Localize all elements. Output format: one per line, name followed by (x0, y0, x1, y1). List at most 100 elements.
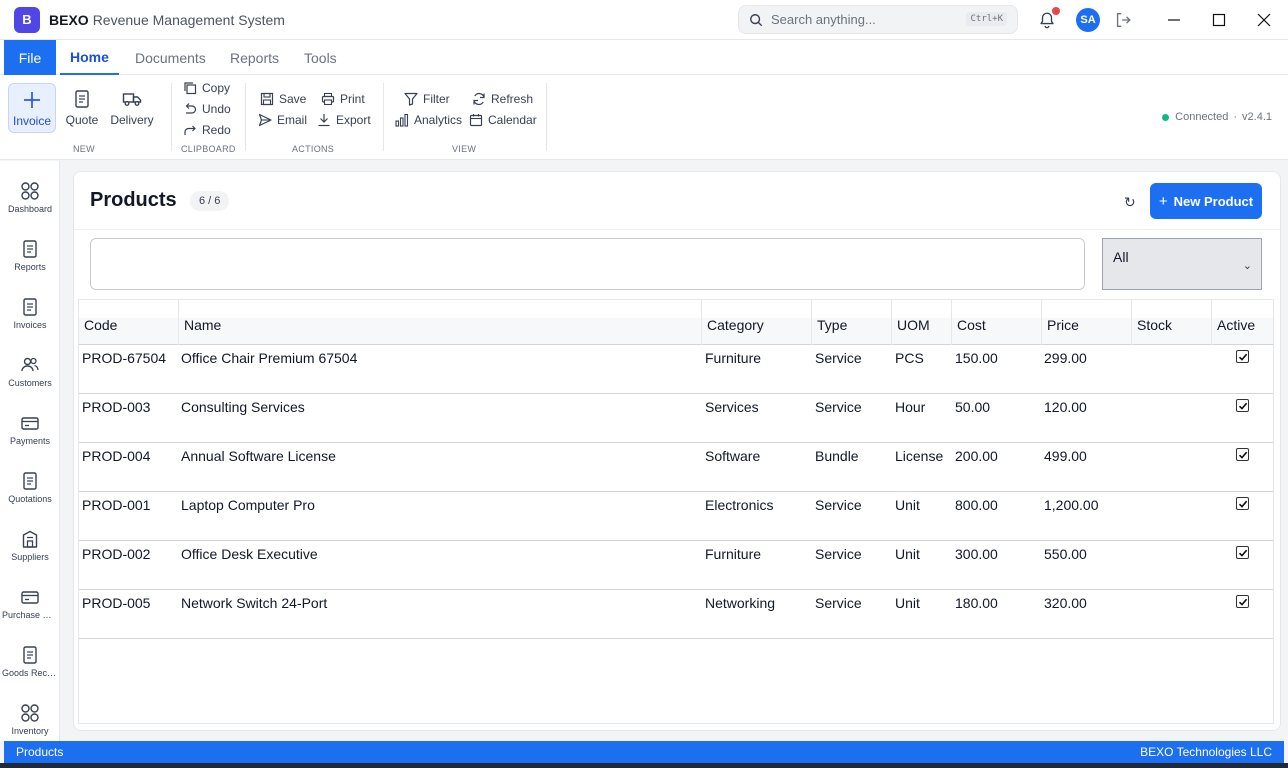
cell-category: Furniture (705, 350, 762, 366)
copy-label: Copy (202, 81, 231, 95)
active-checkbox[interactable] (1236, 399, 1249, 412)
column-header-name[interactable]: Name (179, 300, 702, 345)
table-row[interactable]: PROD-67504 Office Chair Premium 67504 Fu… (79, 345, 1273, 394)
sidebar-item-label: Payments (9, 435, 51, 446)
ribbon-divider (546, 83, 547, 151)
analytics-button[interactable]: Analytics (395, 111, 462, 129)
search-icon (750, 13, 763, 26)
column-header-stock[interactable]: Stock (1132, 300, 1212, 345)
sidebar-item-inventory[interactable]: Inventory (0, 691, 60, 747)
tab-home[interactable]: Home (60, 40, 119, 75)
refresh-button[interactable]: Refresh (472, 90, 533, 108)
export-button[interactable]: Export (317, 111, 371, 129)
close-icon[interactable] (1252, 9, 1276, 31)
active-checkbox[interactable] (1236, 497, 1249, 510)
group-label-clipboard: CLIPBOARD (181, 144, 236, 154)
checkmark-icon (1238, 549, 1247, 557)
maximize-icon[interactable] (1207, 9, 1231, 31)
redo-icon (184, 125, 196, 135)
invoice-label: Invoice (12, 114, 52, 128)
print-button[interactable]: Print (321, 90, 365, 108)
table-row[interactable]: PROD-002 Office Desk Executive Furniture… (79, 541, 1273, 590)
new-quote-button[interactable]: Quote (62, 83, 102, 133)
redo-button[interactable]: Redo (183, 121, 231, 139)
cell-code: PROD-001 (82, 497, 151, 513)
sidebar-item-label: Reports (14, 261, 46, 272)
column-header-active[interactable]: Active (1212, 300, 1273, 345)
save-icon (260, 92, 274, 106)
ribbon-divider (171, 83, 172, 151)
new-invoice-button[interactable]: Invoice (8, 83, 56, 133)
status-text: Connected (1175, 111, 1229, 123)
sidebar: Dashboard Reports Invoices Customers Pay… (0, 161, 60, 741)
sidebar-item-label: Invoices (13, 319, 47, 330)
tab-tools[interactable]: Tools (304, 40, 337, 75)
grid-icon (21, 181, 39, 200)
tab-reports[interactable]: Reports (230, 40, 279, 75)
undo-button[interactable]: Undo (183, 100, 231, 118)
download-icon (318, 114, 330, 127)
column-header-price[interactable]: Price (1042, 300, 1132, 345)
cell-type: Service (815, 595, 862, 611)
save-button[interactable]: Save (260, 90, 306, 108)
sidebar-item-customers[interactable]: Customers (0, 343, 60, 399)
card-icon (21, 416, 39, 430)
active-checkbox[interactable] (1236, 595, 1249, 608)
quote-label: Quote (65, 113, 99, 127)
document-icon (23, 471, 37, 490)
truck-icon (122, 93, 142, 106)
minimize-icon[interactable] (1162, 9, 1186, 31)
reload-icon[interactable]: ↻ (1124, 194, 1136, 211)
file-menu-button[interactable]: File (4, 40, 56, 75)
active-checkbox[interactable] (1236, 546, 1249, 559)
calendar-label: Calendar (488, 113, 537, 127)
undo-icon (185, 103, 197, 114)
calendar-button[interactable]: Calendar (469, 111, 537, 129)
table-row[interactable]: PROD-003 Consulting Services Services Se… (79, 394, 1273, 443)
cell-type: Service (815, 350, 862, 366)
tab-documents[interactable]: Documents (135, 40, 206, 75)
app-version: v2.4.1 (1242, 111, 1272, 123)
analytics-label: Analytics (414, 113, 463, 127)
column-header-code[interactable]: Code (79, 300, 179, 345)
new-delivery-button[interactable]: Delivery (108, 83, 156, 133)
email-button[interactable]: Email (258, 111, 307, 129)
search-input[interactable] (771, 12, 951, 27)
column-header-type[interactable]: Type (812, 300, 892, 345)
sidebar-item-invoices[interactable]: Invoices (0, 285, 60, 341)
global-search[interactable]: Ctrl+K (738, 5, 1018, 34)
bottom-edge (0, 763, 1288, 768)
group-label-new: NEW (73, 144, 95, 154)
logout-icon[interactable] (1112, 9, 1134, 31)
column-header-uom[interactable]: UOM (892, 300, 952, 345)
checkmark-icon (1238, 500, 1247, 508)
active-checkbox[interactable] (1236, 350, 1249, 363)
sidebar-item-purchase-orders[interactable]: Purchase Orders (0, 575, 60, 631)
refresh-icon (473, 92, 485, 106)
document-icon (75, 90, 89, 108)
status-dot (1162, 113, 1170, 121)
product-search-input[interactable] (90, 238, 1085, 290)
sidebar-item-suppliers[interactable]: Suppliers (0, 517, 60, 573)
column-header-cost[interactable]: Cost (952, 300, 1042, 345)
new-product-button[interactable]: + New Product (1150, 183, 1262, 219)
sidebar-item-reports[interactable]: Reports (0, 227, 60, 283)
table-row[interactable]: PROD-005 Network Switch 24-Port Networki… (79, 590, 1273, 639)
cell-price: 499.00 (1044, 448, 1087, 464)
sidebar-item-payments[interactable]: Payments (0, 401, 60, 457)
export-label: Export (336, 113, 371, 127)
table-row[interactable]: PROD-001 Laptop Computer Pro Electronics… (79, 492, 1273, 541)
category-filter-select[interactable]: All ⌄ (1102, 238, 1262, 290)
active-checkbox[interactable] (1236, 448, 1249, 461)
user-avatar[interactable]: SA (1076, 8, 1100, 32)
cell-cost: 800.00 (955, 497, 998, 513)
filter-button[interactable]: Filter (404, 90, 450, 108)
document-icon (23, 297, 37, 316)
sidebar-item-quotations[interactable]: Quotations (0, 459, 60, 515)
column-header-category[interactable]: Category (702, 300, 812, 345)
table-row[interactable]: PROD-004 Annual Software License Softwar… (79, 443, 1273, 492)
sidebar-item-dashboard[interactable]: Dashboard (0, 169, 60, 225)
save-label: Save (279, 92, 307, 106)
sidebar-item-goods-received[interactable]: Goods Received (0, 633, 60, 689)
copy-button[interactable]: Copy (183, 79, 230, 97)
